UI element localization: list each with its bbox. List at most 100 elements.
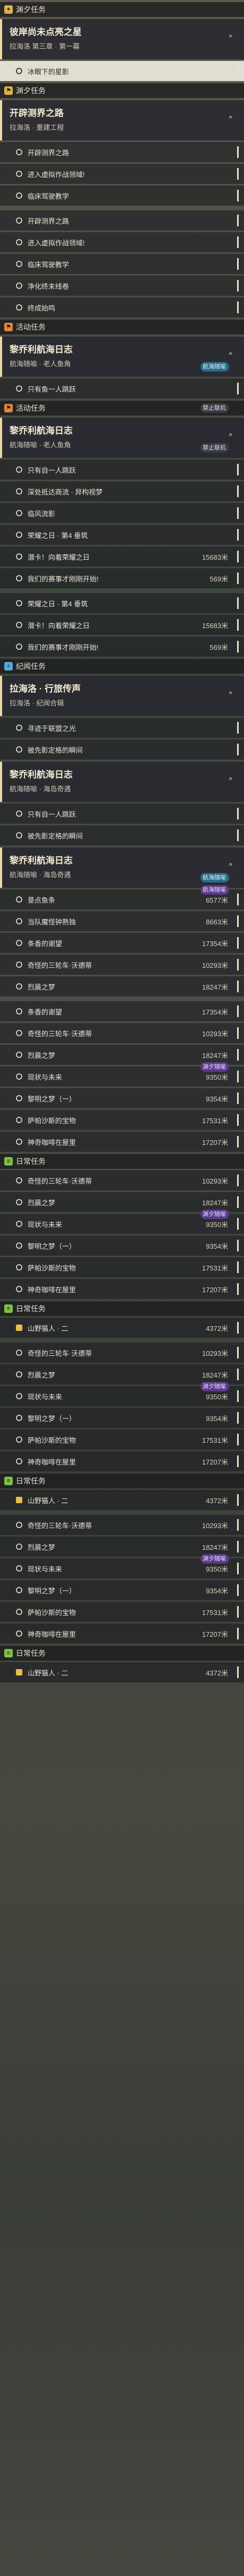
quest-card[interactable]: 黎乔利航海日志 航海随喻 · 海岛奇遇 ^ 航海随喻 (0, 848, 244, 888)
quest-step[interactable]: 山野猫人 · 二 4372米 (0, 1490, 244, 1510)
step-label: 黎明之梦（一） (28, 1242, 76, 1250)
track-bar (237, 1347, 239, 1358)
track-bar (237, 1628, 239, 1639)
step-distance: 9354米 (206, 1414, 228, 1423)
step-circle-icon (16, 1349, 22, 1356)
chevron-up-icon[interactable]: ^ (229, 431, 232, 440)
track-bar (237, 1606, 239, 1618)
track-bar (237, 1261, 239, 1273)
quest-step[interactable]: 寻迹于联盟之光 (0, 718, 244, 738)
quest-step[interactable]: 现状与未来 9350米 渊夕随喻 (0, 1062, 244, 1087)
quest-card[interactable]: 拉海洛 · 行旅传声 拉海洛 · 纪闻合辑 ^ (0, 676, 244, 716)
quest-step[interactable]: 山野猫人 · 二 4372米 (0, 1662, 244, 1682)
quest-card[interactable]: 黎乔利航海日志 航海随喻 · 老人鱼角 ^ 航海随喻 (0, 337, 244, 377)
quest-step[interactable]: 开辟测界之路 (0, 142, 244, 162)
quest-step[interactable]: 进入虚拟作战领域! (0, 164, 244, 184)
quest-step[interactable]: 黎明之梦（一） 9354米 (0, 1580, 244, 1600)
section-header[interactable]: ≡ 日常任务 (0, 1646, 244, 1661)
quest-step[interactable]: 临风流影 (0, 503, 244, 523)
step-label: 神奇咖啡在屋里 (28, 1138, 76, 1146)
quest-step[interactable]: 当队魔怪钟熟独 8663米 (0, 911, 244, 931)
quest-step[interactable]: 冰眼下的星影 (0, 61, 244, 81)
quest-title: 彼岸尚未点亮之星 (10, 27, 82, 37)
quest-step[interactable]: 荣耀之日 · 第4 垂筑 (0, 593, 244, 613)
quest-step[interactable]: 开辟测界之路 (0, 210, 244, 231)
quest-step[interactable]: 奇怪的三轮车·沃德蒂 10293米 (0, 1343, 244, 1363)
quest-step[interactable]: 黎明之梦（一） 9354米 (0, 1408, 244, 1428)
step-circle-icon (16, 304, 22, 311)
quest-step[interactable]: 奇怪的三轮车·沃德蒂 10293米 (0, 1170, 244, 1190)
quest-step[interactable]: 潜卡！向着荣耀之日 15683米 (0, 546, 244, 567)
step-label: 奇怪的三轮车·沃德蒂 (28, 1029, 92, 1038)
quest-step[interactable]: 现状与未来 9350米 渊夕随喻 (0, 1210, 244, 1234)
section-header[interactable]: ⚑ 活动任务 (0, 320, 244, 334)
step-circle-icon (16, 1264, 22, 1271)
quest-step[interactable]: 萨帕沙斯的宝物 17531米 (0, 1430, 244, 1450)
quest-step[interactable]: 条香的谢望 17354米 (0, 1001, 244, 1021)
quest-card[interactable]: 彼岸尚未点亮之星 拉海洛 第三章 · 第一幕 ^ (0, 19, 244, 59)
quest-card[interactable]: 黎乔利航海日志 航海随喻 · 老人鱼角 ^ 禁止联机 (0, 418, 244, 458)
quest-step[interactable]: 山野猫人 · 二 4372米 (0, 1318, 244, 1338)
quest-step[interactable]: 黎明之梦（一） 9354米 (0, 1088, 244, 1108)
chevron-up-icon[interactable]: ^ (229, 775, 232, 784)
quest-step[interactable]: 烈晨之梦 18247米 (0, 976, 244, 996)
step-label: 萨帕沙斯的宝物 (28, 1436, 76, 1444)
quest-step[interactable]: 神奇咖啡在屋里 17207米 (0, 1624, 244, 1644)
track-bar (237, 1092, 239, 1104)
quest-step[interactable]: 萨帕沙斯的宝物 17531米 (0, 1602, 244, 1622)
step-circle-icon (16, 1117, 22, 1123)
quest-subtitle: 拉海洛 · 纪闻合辑 (10, 699, 64, 707)
quest-step[interactable]: 只有自一人跳跃 (0, 804, 244, 824)
quest-step[interactable]: 被先影定格的瞬间 (0, 825, 244, 845)
quest-step[interactable]: 只有自一人跳跃 (0, 460, 244, 480)
quest-step[interactable]: 萨帕沙斯的宝物 17531米 (0, 1257, 244, 1277)
section-header[interactable]: ⚑ 活动任务 禁止联机 (0, 401, 244, 416)
chevron-up-icon[interactable]: ^ (229, 861, 232, 870)
track-bar (237, 1455, 239, 1467)
quest-step[interactable]: 潜卡！向着荣耀之日 15683米 (0, 615, 244, 635)
quest-step[interactable]: 终成始鸣 (0, 297, 244, 317)
section-header[interactable]: + 纪闻任务 (0, 659, 244, 674)
quest-step[interactable]: 垦点鱼条 6577米 航海随喻 (0, 885, 244, 910)
quest-step[interactable]: 奇怪的三轮车·沃德蒂 10293米 (0, 1023, 244, 1043)
quest-step[interactable]: 被先影定格的瞬间 (0, 739, 244, 760)
section-header[interactable]: ≡ 日常任务 (0, 1474, 244, 1488)
quest-step[interactable]: 现状与未来 9350米 渊夕随喻 (0, 1554, 244, 1578)
quest-step[interactable]: 神奇咖啡在屋里 17207米 (0, 1132, 244, 1152)
quest-card[interactable]: 开辟测界之路 拉海洛 · 重建工程 ^ (0, 100, 244, 140)
quest-step[interactable]: 萨帕沙斯的宝物 17531米 (0, 1110, 244, 1130)
section-header[interactable]: ✦ 渊夕任务 (0, 2, 244, 17)
quest-step[interactable]: 我们的赛事才刚刚开始! 569米 (0, 637, 244, 657)
chevron-up-icon[interactable]: ^ (229, 690, 232, 698)
step-circle-icon (16, 832, 22, 839)
section-header[interactable]: ≡ 日常任务 (0, 1154, 244, 1169)
quest-card[interactable]: 黎乔利航海日志 航海随喻 · 海岛奇遇 ^ (0, 762, 244, 802)
chevron-up-icon[interactable]: ^ (229, 350, 232, 359)
step-label: 烈晨之梦 (28, 983, 56, 991)
step-distance: 10293米 (202, 1177, 228, 1185)
quest-step[interactable]: 条香的谢望 17354米 (0, 933, 244, 953)
quest-step[interactable]: 深处抵达商流 · 异构视梦 (0, 481, 244, 501)
step-circle-icon (16, 918, 22, 924)
quest-step[interactable]: 奇怪的三轮车·沃德蒂 10293米 (0, 955, 244, 975)
section-header[interactable]: ⚑ 渊夕任务 (0, 83, 244, 98)
quest-step[interactable]: 现状与未来 9350米 渊夕随喻 (0, 1382, 244, 1406)
quest-step[interactable]: 临床驾驶教学 (0, 254, 244, 274)
quest-step[interactable]: 神奇咖啡在屋里 17207米 (0, 1451, 244, 1471)
quest-step[interactable]: 荣耀之日 · 第4 垂筑 (0, 525, 244, 545)
quest-step[interactable]: 临床驾驶教学 (0, 186, 244, 206)
track-bar (237, 236, 239, 248)
quest-step[interactable]: 进入虚拟作战领域! (0, 232, 244, 252)
chevron-up-icon[interactable]: ^ (229, 114, 232, 122)
step-label: 萨帕沙斯的宝物 (28, 1608, 76, 1617)
chevron-up-icon[interactable]: ^ (229, 33, 232, 41)
quest-step[interactable]: 奇怪的三轮车·沃德蒂 10293米 (0, 1515, 244, 1535)
quest-step[interactable]: 净化终末线卷 (0, 276, 244, 296)
step-distance: 18247米 (202, 1051, 228, 1060)
section-header[interactable]: ≡ 日常任务 (0, 1301, 244, 1316)
quest-step[interactable]: 黎明之梦（一） 9354米 (0, 1236, 244, 1256)
quest-step[interactable]: 我们的赛事才刚刚开始! 569米 (0, 568, 244, 588)
quest-step[interactable]: 神奇咖啡在屋里 17207米 (0, 1279, 244, 1299)
quest-step[interactable]: 只有鱼一人跳跃 (0, 378, 244, 399)
